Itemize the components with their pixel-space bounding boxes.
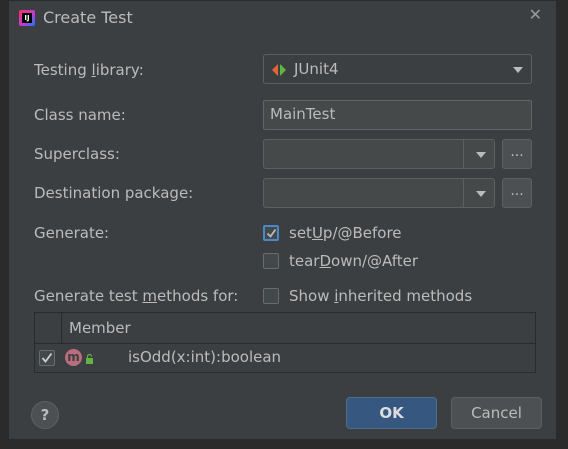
- setup-label: setUp/@Before: [289, 224, 402, 242]
- show-inherited-checkbox[interactable]: [263, 288, 279, 304]
- method-icon: m: [65, 349, 82, 366]
- chevron-down-icon[interactable]: [476, 152, 486, 158]
- superclass-combo[interactable]: [263, 139, 495, 169]
- checkmark-icon: [41, 352, 53, 363]
- public-lock-icon: [86, 354, 93, 364]
- cancel-button[interactable]: Cancel: [451, 397, 542, 429]
- destination-package-combo[interactable]: [263, 178, 495, 208]
- help-button[interactable]: ?: [31, 401, 59, 429]
- close-icon[interactable]: ✕: [529, 5, 542, 24]
- ok-button[interactable]: OK: [346, 397, 437, 429]
- destination-package-label: Destination package:: [34, 184, 194, 202]
- member-name: isOdd(x:int):boolean: [128, 348, 282, 366]
- combo-separator: [463, 140, 464, 168]
- table-row[interactable]: m isOdd(x:int):boolean: [35, 344, 535, 372]
- junit-icon: [272, 64, 286, 76]
- title-bar: IJ Create Test ✕: [9, 1, 556, 35]
- testing-library-label: Testing library:: [34, 61, 144, 79]
- chevron-down-icon[interactable]: [476, 191, 486, 197]
- generate-label: Generate:: [34, 224, 110, 242]
- create-test-dialog: IJ Create Test ✕ Testing library: JUnit4…: [8, 0, 557, 440]
- teardown-label: tearDown/@After: [289, 252, 419, 270]
- setup-checkbox[interactable]: [263, 225, 279, 241]
- destination-package-browse-button[interactable]: ...: [502, 178, 532, 208]
- members-table: Member m isOdd(x:int):boolean: [34, 312, 536, 373]
- superclass-label: Superclass:: [34, 145, 120, 163]
- teardown-checkbox[interactable]: [263, 253, 279, 269]
- show-inherited-label: Show inherited methods: [289, 287, 473, 305]
- combo-separator: [463, 179, 464, 207]
- chevron-down-icon: [513, 67, 523, 73]
- superclass-browse-button[interactable]: ...: [502, 139, 532, 169]
- testing-library-value: JUnit4: [294, 60, 339, 78]
- table-header: Member: [35, 313, 535, 344]
- row-checkbox[interactable]: [39, 350, 55, 366]
- generate-methods-label: Generate test methods for:: [34, 287, 239, 305]
- member-column-header[interactable]: Member: [69, 319, 131, 337]
- table-header-check-column: [35, 313, 62, 343]
- class-name-label: Class name:: [34, 106, 126, 124]
- class-name-field[interactable]: MainTest: [263, 100, 532, 130]
- checkmark-icon: [266, 228, 277, 238]
- window-title: Create Test: [43, 8, 133, 27]
- intellij-icon: IJ: [19, 10, 35, 26]
- testing-library-select[interactable]: JUnit4: [263, 54, 532, 84]
